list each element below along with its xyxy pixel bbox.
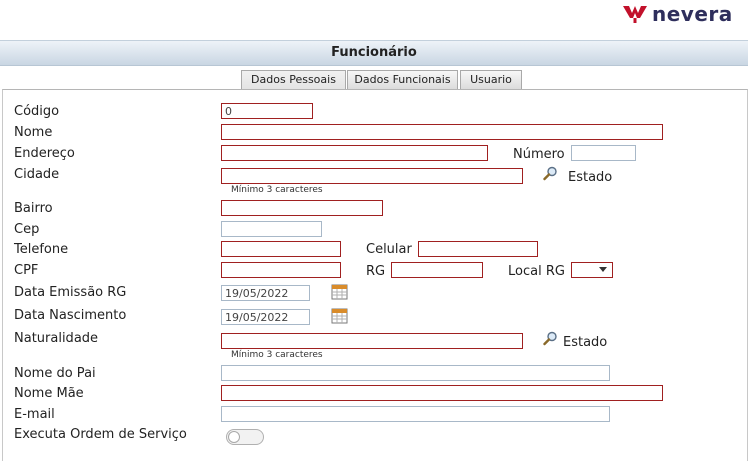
data-emissao-rg-label: Data Emissão RG: [14, 285, 127, 300]
naturalidade-estado-label: Estado: [563, 335, 608, 350]
executa-os-toggle[interactable]: [226, 429, 264, 445]
celular-label: Celular: [366, 242, 412, 257]
magnifier-icon: [543, 331, 557, 346]
data-emissao-rg-calendar-button[interactable]: [331, 283, 348, 304]
brand-name: nevera: [652, 2, 733, 26]
cidade-hint: Mínimo 3 caracteres: [231, 185, 323, 195]
bairro-label: Bairro: [14, 201, 53, 216]
nome-input[interactable]: [221, 124, 663, 140]
local-rg-label: Local RG: [508, 264, 565, 279]
data-nascimento-calendar-button[interactable]: [331, 307, 348, 328]
email-label: E-mail: [14, 407, 55, 422]
telefone-input[interactable]: [221, 241, 341, 257]
data-nascimento-input[interactable]: [221, 309, 310, 325]
data-emissao-rg-input[interactable]: [221, 285, 310, 301]
codigo-label: Código: [14, 104, 60, 119]
cidade-input[interactable]: [221, 168, 523, 184]
cep-label: Cep: [14, 222, 40, 237]
nome-pai-label: Nome do Pai: [14, 366, 96, 381]
executa-os-label: Executa Ordem de Serviço: [14, 427, 187, 442]
data-nascimento-label: Data Nascimento: [14, 308, 127, 323]
tab-dados-funcionais[interactable]: Dados Funcionais: [347, 70, 458, 89]
tab-dados-pessoais[interactable]: Dados Pessoais: [241, 70, 346, 89]
rg-label: RG: [366, 264, 386, 279]
calendar-icon: [331, 308, 348, 324]
toggle-knob: [228, 431, 240, 443]
local-rg-select[interactable]: [571, 262, 613, 278]
endereco-input[interactable]: [221, 145, 488, 161]
codigo-input[interactable]: [221, 103, 313, 119]
naturalidade-search-icon[interactable]: [543, 331, 558, 350]
magnifier-icon: [543, 166, 557, 181]
nome-mae-label: Nome Mãe: [14, 386, 84, 401]
cep-input[interactable]: [221, 221, 322, 237]
calendar-icon: [331, 284, 348, 300]
nome-mae-input[interactable]: [221, 385, 663, 401]
cidade-search-icon[interactable]: [543, 166, 558, 185]
naturalidade-hint: Mínimo 3 caracteres: [231, 350, 323, 360]
numero-input[interactable]: [571, 145, 636, 161]
naturalidade-input[interactable]: [221, 333, 523, 349]
nome-pai-input[interactable]: [221, 365, 610, 381]
cidade-label: Cidade: [14, 167, 60, 182]
title-bar: Funcionário: [0, 40, 748, 66]
nevera-logo-icon: [623, 6, 647, 23]
numero-label: Número: [513, 147, 565, 162]
email-input[interactable]: [221, 406, 610, 422]
cidade-estado-label: Estado: [568, 170, 613, 185]
brand-logo: nevera: [622, 2, 733, 26]
endereco-label: Endereço: [14, 146, 75, 161]
rg-input[interactable]: [391, 262, 483, 278]
nome-label: Nome: [14, 125, 53, 140]
celular-input[interactable]: [418, 241, 538, 257]
tab-strip: Dados Pessoais Dados Funcionais Usuario: [0, 70, 748, 90]
cpf-input[interactable]: [221, 262, 341, 278]
telefone-label: Telefone: [14, 242, 69, 257]
cpf-label: CPF: [14, 263, 39, 278]
tab-usuario[interactable]: Usuario: [460, 70, 522, 89]
naturalidade-label: Naturalidade: [14, 331, 99, 346]
bairro-input[interactable]: [221, 200, 383, 216]
page-title: Funcionário: [331, 45, 417, 60]
